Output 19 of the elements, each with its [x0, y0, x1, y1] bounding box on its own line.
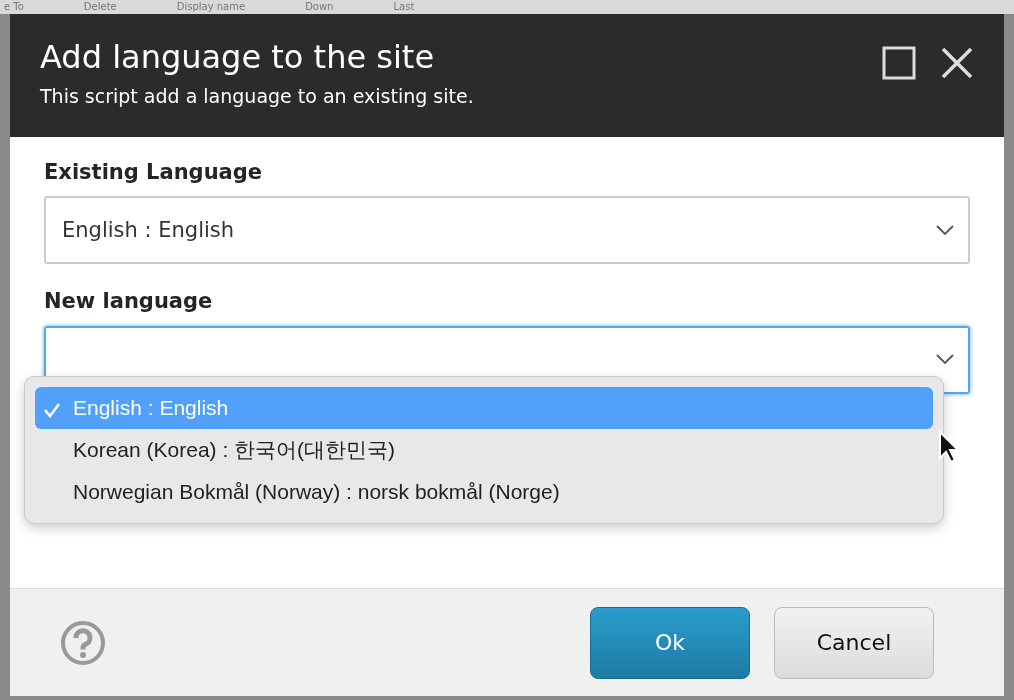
close-icon[interactable] — [940, 46, 974, 80]
dialog-title: Add language to the site — [40, 38, 436, 77]
dialog-subtitle: This script add a language to an existing site. — [40, 84, 474, 110]
chevron-down-icon — [936, 354, 954, 366]
field-label: Existing Language — [44, 158, 264, 186]
cancel-button[interactable]: Cancel — [774, 606, 934, 679]
chevron-down-icon — [936, 224, 954, 236]
dropdown-option[interactable]: Norwegian Bokmål (Norway) : norsk bokmål (Norge) — [35, 471, 933, 513]
toolbar-label: Last — [393, 0, 415, 14]
checkmark-icon — [43, 401, 61, 418]
toolbar-label: Delete — [83, 0, 117, 14]
toolbar-label: Down — [305, 0, 334, 14]
dropdown-option[interactable]: Korean (Korea) : 한국어(대한민국) — [35, 429, 933, 471]
maximize-icon[interactable] — [882, 46, 916, 80]
ok-button[interactable]: Ok — [590, 606, 750, 679]
toolbar-label: Display name — [176, 0, 246, 14]
select-field[interactable]: English : English — [44, 196, 970, 265]
field-label: New language — [44, 288, 214, 316]
toolbar-label: e To — [4, 0, 24, 14]
